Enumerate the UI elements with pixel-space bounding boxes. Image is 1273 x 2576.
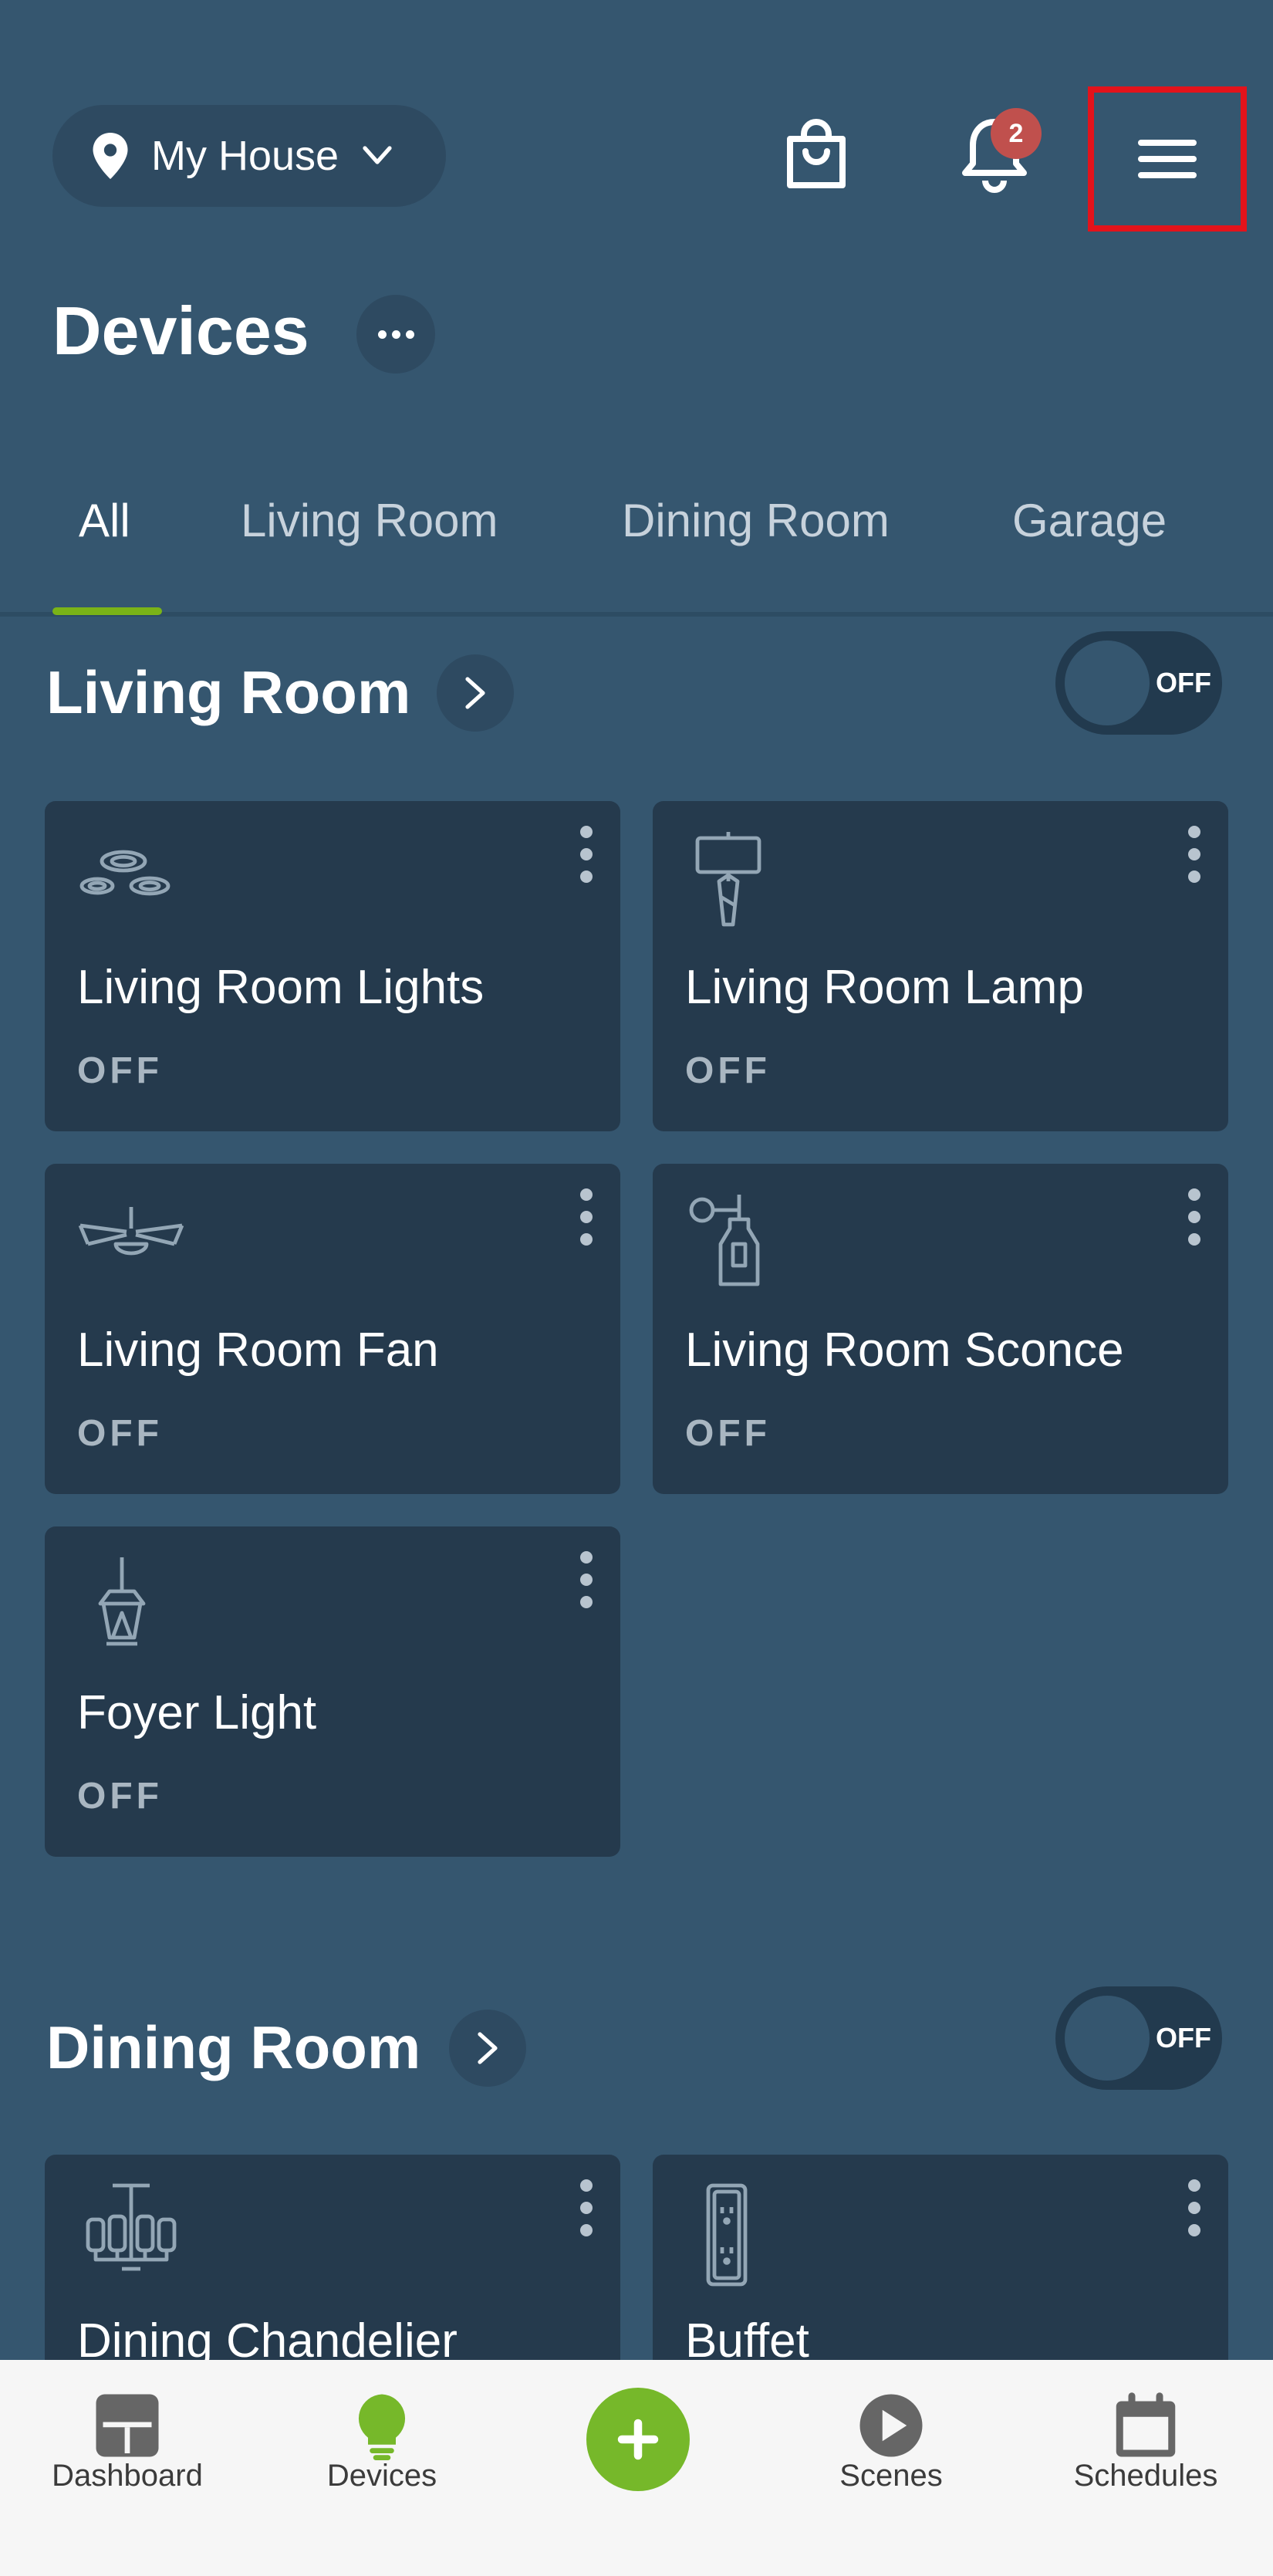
dining-room-toggle[interactable]: OFF — [1055, 1986, 1222, 2090]
kebab-icon — [580, 2179, 593, 2192]
tab-garage[interactable]: Garage — [1012, 494, 1167, 547]
device-card-foyer-light[interactable]: Foyer Light OFF — [45, 1526, 620, 1857]
shopping-bag-icon[interactable] — [784, 117, 849, 191]
hamburger-menu-button[interactable] — [1088, 86, 1247, 232]
active-tab-indicator — [52, 607, 162, 615]
device-name: Foyer Light — [77, 1686, 317, 1739]
add-button[interactable] — [586, 2388, 690, 2491]
tab-all[interactable]: All — [79, 494, 130, 547]
kebab-icon — [1188, 826, 1200, 838]
device-state: OFF — [685, 1413, 771, 1454]
device-card-living-room-lamp[interactable]: Living Room Lamp OFF — [653, 801, 1228, 1131]
tab-dining-room[interactable]: Dining Room — [622, 494, 890, 547]
chevron-right-icon — [465, 677, 485, 709]
toggle-label: OFF — [1156, 667, 1211, 698]
device-name: Living Room Fan — [77, 1323, 439, 1377]
bulb-icon — [358, 2394, 406, 2460]
recessed-lights-icon — [79, 850, 171, 896]
kebab-icon — [580, 1188, 593, 1201]
dashboard-icon — [96, 2394, 159, 2457]
dining-room-open-button[interactable] — [449, 2010, 526, 2087]
device-menu-button[interactable] — [579, 1551, 594, 1608]
device-card-living-room-sconce[interactable]: Living Room Sconce OFF — [653, 1164, 1228, 1494]
add-icon — [617, 2419, 659, 2460]
chandelier-icon — [86, 2183, 177, 2271]
calendar-icon — [1116, 2392, 1176, 2457]
location-pin-icon — [93, 133, 128, 179]
ceiling-fan-icon — [78, 1207, 184, 1256]
device-state: OFF — [77, 1413, 163, 1454]
wall-sconce-icon — [689, 1195, 760, 1286]
device-state: OFF — [77, 1050, 163, 1091]
nav-schedules[interactable]: Schedules — [1018, 2360, 1273, 2576]
toggle-label: OFF — [1156, 2022, 1211, 2054]
page-title: Devices — [52, 292, 309, 369]
kebab-icon — [580, 826, 593, 838]
device-name: Living Room Lights — [77, 961, 485, 1014]
play-icon — [859, 2394, 923, 2457]
section-title-dining-room: Dining Room — [46, 2013, 421, 2081]
device-card-living-room-fan[interactable]: Living Room Fan OFF — [45, 1164, 620, 1494]
device-state: OFF — [685, 1050, 771, 1091]
toggle-knob — [1065, 641, 1150, 725]
chevron-right-icon — [478, 2032, 498, 2064]
device-name: Living Room Sconce — [685, 1323, 1124, 1377]
device-menu-button[interactable] — [1187, 826, 1202, 883]
nav-scenes[interactable]: Scenes — [764, 2360, 1018, 2576]
tabs-divider — [0, 612, 1273, 617]
location-label: My House — [151, 133, 339, 179]
kebab-icon — [580, 1551, 593, 1564]
chevron-down-icon — [363, 146, 392, 164]
kebab-icon — [1188, 2179, 1200, 2192]
outlet-icon — [706, 2183, 748, 2287]
nav-label: Devices — [326, 2459, 437, 2493]
device-name: Living Room Lamp — [685, 961, 1084, 1014]
notification-badge: 2 — [991, 108, 1042, 159]
nav-label: Scenes — [839, 2459, 943, 2493]
nav-devices[interactable]: Devices — [255, 2360, 509, 2576]
more-dots-icon — [377, 330, 387, 339]
device-card-living-room-lights[interactable]: Living Room Lights OFF — [45, 801, 620, 1131]
device-menu-button[interactable] — [1187, 2179, 1202, 2236]
room-tabs: All Living Room Dining Room Garage — [0, 494, 1273, 617]
toggle-knob — [1065, 1996, 1150, 2081]
device-state: OFF — [77, 1776, 163, 1817]
nav-dashboard[interactable]: Dashboard — [0, 2360, 255, 2576]
menu-icon — [1138, 130, 1197, 188]
nav-label: Schedules — [1073, 2459, 1218, 2493]
tab-living-room[interactable]: Living Room — [241, 494, 498, 547]
living-room-open-button[interactable] — [437, 654, 514, 732]
table-lamp-icon — [695, 832, 761, 927]
device-menu-button[interactable] — [1187, 1188, 1202, 1246]
location-selector[interactable]: My House — [52, 105, 446, 207]
nav-label: Dashboard — [52, 2459, 203, 2493]
device-menu-button[interactable] — [579, 2179, 594, 2236]
pendant-lantern-icon — [98, 1557, 146, 1646]
device-menu-button[interactable] — [579, 1188, 594, 1246]
kebab-icon — [1188, 1188, 1200, 1201]
device-menu-button[interactable] — [579, 826, 594, 883]
more-options-button[interactable] — [356, 295, 435, 374]
living-room-toggle[interactable]: OFF — [1055, 631, 1222, 735]
section-title-living-room: Living Room — [46, 658, 411, 726]
